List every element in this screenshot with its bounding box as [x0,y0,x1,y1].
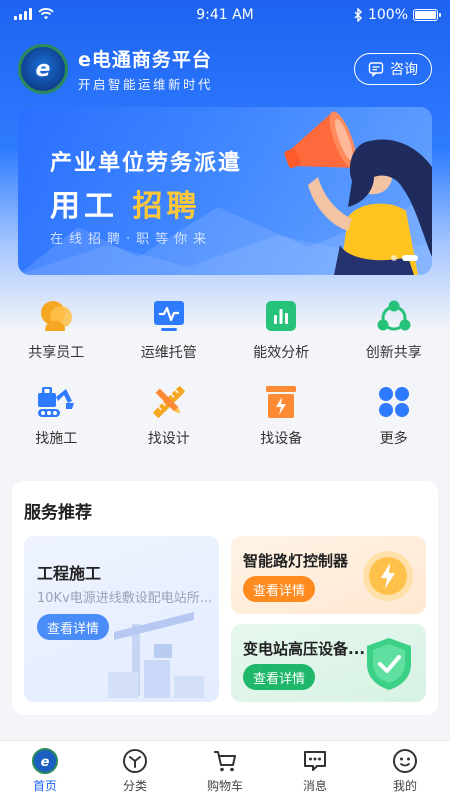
tab-home[interactable]: e 首页 [0,741,90,800]
category-shared-staff[interactable]: 共享员工 [0,296,113,382]
banner-pagination[interactable] [391,255,418,261]
power-box-icon [266,386,297,418]
category-label: 找设计 [147,431,190,447]
section-title: 服务推荐 [24,503,92,523]
bar-chart-icon [266,301,297,331]
service-card-substation[interactable]: 变电站高压设备... 查看详情 [231,624,426,702]
more-grid-icon [378,387,409,417]
banner-line2: 用工 招聘 [50,181,200,225]
message-icon [304,751,326,771]
logo-letter: e [35,56,51,82]
banner-dot-1[interactable] [391,255,397,261]
category-label: 更多 [379,431,408,447]
status-bar: 9:41 AM 100% [0,0,450,32]
tab-profile[interactable]: 我的 [360,741,450,800]
banner-line2-a: 用工 [50,189,118,224]
banner-line3: 在线招聘·职等你来 [50,232,213,247]
monitor-pulse-icon [153,301,184,331]
tab-label: 首页 [32,779,57,793]
category-label: 找施工 [35,431,78,447]
profile-icon [393,749,417,773]
category-icon [123,749,147,773]
service-card-construction[interactable]: 工程施工 10Kv电源进线敷设配电站所... 查看详情 [24,536,219,702]
status-right: 100% [354,7,441,23]
brand-block: e电通商务平台 开启智能运维新时代 [78,45,213,93]
construction-illustration [108,612,204,698]
cart-icon [214,751,236,772]
category-label: 能效分析 [253,345,310,361]
consult-button[interactable]: 咨询 [354,53,432,85]
pencil-ruler-icon [153,386,185,418]
card-title: 变电站高压设备... [243,640,366,658]
view-details-button[interactable]: 查看详情 [37,614,110,640]
consult-label: 咨询 [390,62,418,78]
tab-label: 分类 [122,779,147,793]
tab-cart[interactable]: 购物车 [180,741,270,800]
category-grid: 共享员工 运维托管 能效分析 创新共享 找施工 找设计 找设备 更多 [0,296,450,468]
service-card-streetlight[interactable]: 智能路灯控制器 查看详情 [231,536,426,614]
promo-banner[interactable]: 产业单位劳务派遣 用工 招聘 在线招聘·职等你来 [18,107,432,275]
category-find-design[interactable]: 找设计 [113,382,226,468]
home-logo-icon: e [32,748,58,774]
category-more[interactable]: 更多 [338,382,450,468]
card-title: 智能路灯控制器 [243,552,349,570]
category-label: 创新共享 [365,345,422,361]
shared-staff-icon [41,301,73,331]
banner-dot-2[interactable] [402,255,418,261]
category-find-equipment[interactable]: 找设备 [225,382,338,468]
view-details-button[interactable]: 查看详情 [243,576,316,602]
card-title: 工程施工 [37,564,102,583]
share-network-icon [377,300,411,331]
category-label: 运维托管 [140,345,197,361]
view-details-button[interactable]: 查看详情 [243,664,316,690]
app-logo: e [18,44,68,94]
app-slogan: 开启智能运维新时代 [78,77,214,92]
tab-messages[interactable]: 消息 [270,741,360,800]
category-om-hosting[interactable]: 运维托管 [113,296,226,382]
battery-percent: 100% [367,7,408,23]
category-label: 找设备 [260,431,303,447]
banner-line1: 产业单位劳务派遣 [50,151,243,176]
tab-label: 消息 [302,779,327,793]
svg-text:e: e [41,755,50,770]
bluetooth-icon [354,8,362,22]
category-find-construction[interactable]: 找施工 [0,382,113,468]
app-title: e电通商务平台 [78,49,212,71]
app-header: e e电通商务平台 开启智能运维新时代 咨询 [18,44,432,94]
excavator-icon [38,387,75,417]
chat-icon [368,62,384,77]
tab-category[interactable]: 分类 [90,741,180,800]
tab-label: 购物车 [206,779,243,793]
battery-icon [413,9,441,21]
banner-line2-highlight: 招聘 [132,189,201,224]
bottom-tab-bar: e 首页 分类 购物车 消息 我的 [0,740,450,800]
category-efficiency[interactable]: 能效分析 [225,296,338,382]
card-subtitle: 10Kv电源进线敷设配电站所... [37,591,213,606]
service-recommend-panel: 服务推荐 工程施工 10Kv电源进线敷设配电站所... 查看详情 智能路灯控制器… [12,481,438,715]
tab-label: 我的 [392,779,417,793]
category-label: 共享员工 [28,345,85,361]
category-innovation[interactable]: 创新共享 [338,296,450,382]
